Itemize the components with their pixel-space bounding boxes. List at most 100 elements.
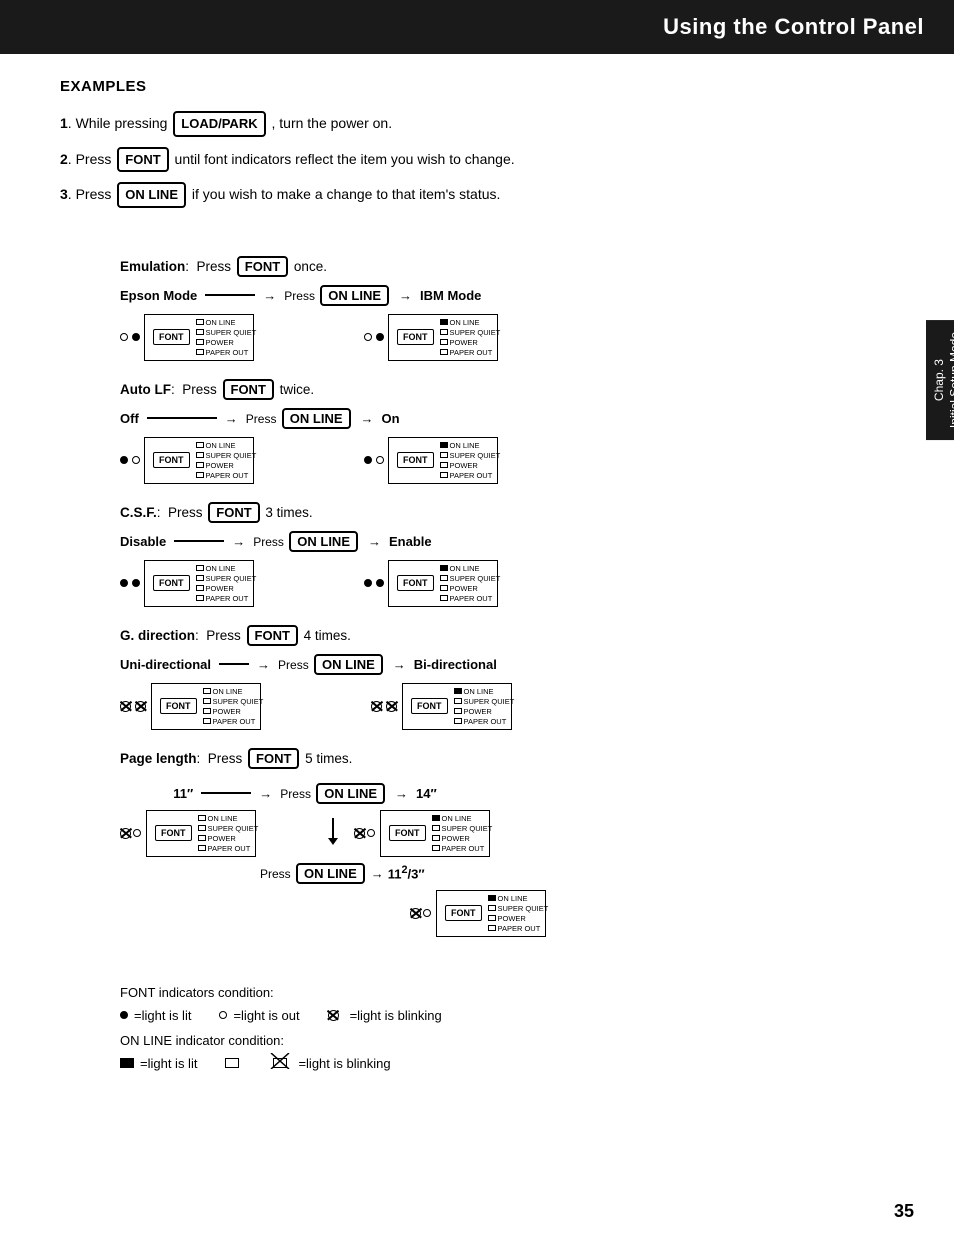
gdirection-label: G. direction: Press FONT 4 times.	[120, 625, 884, 646]
online-csf-en	[440, 565, 448, 571]
epson-ind-online: ON LINE	[196, 318, 257, 327]
pw-pagelen-third	[488, 915, 496, 921]
ibm-panel: FONT ON LINE SUPER QUIET POWER	[388, 314, 498, 361]
sq-ind-epson	[196, 329, 204, 335]
pagelen-11-label: 11″	[173, 786, 193, 801]
po-pagelen-11	[198, 845, 206, 851]
pagelength-label: Page length: Press FONT 5 times.	[120, 748, 884, 769]
down-arrow-head	[328, 838, 338, 845]
step1-num: 1. While pressing	[60, 115, 171, 131]
online-key-gdir: ON LINE	[314, 654, 383, 675]
font-key-pagelen: FONT	[248, 748, 299, 769]
step-2: 2. Press FONT until font indicators refl…	[60, 147, 884, 173]
pw-pagelen-14	[432, 835, 440, 841]
arrow-right-gdir2: →	[393, 657, 406, 672]
font-key-autolf: FONT	[223, 379, 274, 400]
arrow-right-1: →	[263, 288, 276, 303]
csf-en-panel: FONT ON LINE SUPER QUIET POWER PAPER OUT	[388, 560, 498, 607]
legend-dot-filled: =light is lit	[120, 1008, 191, 1023]
pagelength-top-row: 11″ → Press ON LINE → 14″ FONT	[120, 777, 884, 857]
po-pagelen-third	[488, 925, 496, 931]
sq-gdir-uni	[203, 698, 211, 704]
pagelen-11-dot1	[120, 828, 131, 839]
pagelen-third-dot2	[423, 909, 431, 917]
arrow-right-autolf: →	[225, 411, 238, 426]
autolf-on-indicators: ON LINE SUPER QUIET POWER PAPER OUT	[440, 441, 501, 480]
online-key-emulation: ON LINE	[320, 285, 389, 306]
legend-sq-filled-label: =light is lit	[140, 1056, 197, 1071]
side-tab-chap: Chap. 3	[932, 359, 946, 401]
font-legend-row: =light is lit =light is out =light is bl…	[120, 1008, 884, 1023]
autolf-to: On	[382, 411, 400, 426]
emulation-panels: FONT ON LINE SUPER QUIET POWER	[120, 314, 884, 361]
gdir-bi-dot1	[371, 701, 382, 712]
font-key-gdir: FONT	[247, 625, 298, 646]
pagelen-third-label: 112/3″	[388, 864, 425, 881]
step3-after: if you wish to make a change to that ite…	[192, 186, 501, 202]
csf-press: Press ON LINE	[253, 531, 360, 552]
pw-pagelen-11	[198, 835, 206, 841]
online-key-pagelen-third: ON LINE	[296, 863, 365, 884]
pagelen-third-panel-row: FONT ON LINE SUPER QUIET POWER PAPER OUT	[410, 890, 884, 937]
epson-indicators: ON LINE SUPER QUIET POWER PAPER OUT	[196, 318, 257, 357]
arrow-pagelen3: →	[371, 866, 384, 881]
arrow-pagelen: →	[259, 786, 272, 801]
autolf-off-dot1	[120, 456, 128, 464]
gdir-uni-dot1	[120, 701, 131, 712]
pw-gdir-bi	[454, 708, 462, 714]
pagelen-14-indicators: ON LINE SUPER QUIET POWER PAPER OUT	[432, 814, 493, 853]
pagelen-11-col: 11″ → Press ON LINE → 14″ FONT	[120, 777, 490, 857]
pagelen-11-panel-row: FONT ON LINE SUPER QUIET POWER PAPER OUT	[120, 810, 256, 857]
section-emulation: Emulation: Press FONT once. Epson Mode →…	[120, 256, 884, 361]
legend-section: FONT indicators condition: =light is lit…	[120, 985, 884, 1071]
ibm-indicators: ON LINE SUPER QUIET POWER PAPER OUT	[440, 318, 501, 357]
pagelen-14-dot2	[367, 829, 375, 837]
legend-sq-blink-icon	[273, 1056, 287, 1071]
sq-autolf-off	[196, 452, 204, 458]
font-label-autolf-on: FONT	[397, 452, 434, 468]
sq-pagelen-third	[488, 905, 496, 911]
arrow-right-autolf2: →	[361, 411, 374, 426]
online-key-autolf: ON LINE	[282, 408, 351, 429]
step2-after: until font indicators reflect the item y…	[175, 151, 515, 167]
side-tab-label: Initial Setup Mode	[948, 332, 954, 428]
legend-sq-empty	[225, 1058, 245, 1068]
pw-ind-epson	[196, 339, 204, 345]
pagelen-third-indicators: ON LINE SUPER QUIET POWER PAPER OUT	[488, 894, 549, 933]
sq-pagelen-14	[432, 825, 440, 831]
po-ind-ibm	[440, 349, 448, 355]
pagelen-11-panel: FONT ON LINE SUPER QUIET POWER PAPER OUT	[146, 810, 256, 857]
font-label-gdir-bi: FONT	[411, 698, 448, 714]
csf-dis-dot1	[120, 579, 128, 587]
online-key-step3: ON LINE	[117, 182, 186, 208]
font-legend-title: FONT indicators condition:	[120, 985, 884, 1000]
po-gdir-uni	[203, 718, 211, 724]
online-autolf-on	[440, 442, 448, 448]
gdir-bi-indicators: ON LINE SUPER QUIET POWER PAPER OUT	[454, 687, 515, 726]
pw-autolf-off	[196, 462, 204, 468]
csf-flow: Disable → Press ON LINE → Enable	[120, 531, 884, 552]
sq-ind-ibm	[440, 329, 448, 335]
pagelen-third-dot1	[410, 908, 421, 919]
gdir-to: Bi-directional	[414, 657, 497, 672]
autolf-off-panel: FONT ON LINE SUPER QUIET POWER PAPER OUT	[144, 437, 254, 484]
pw-gdir-uni	[203, 708, 211, 714]
po-csf-dis	[196, 595, 204, 601]
pagelen-down-section	[318, 822, 338, 845]
font-key-csf: FONT	[208, 502, 259, 523]
online-gdir-uni	[203, 688, 211, 694]
ibm-dot2	[376, 333, 384, 341]
ibm-ind-paperout: PAPER OUT	[440, 348, 501, 357]
pagelen-third-panel: FONT ON LINE SUPER QUIET POWER PAPER OUT	[436, 890, 546, 937]
autolf-from: Off	[120, 411, 139, 426]
epson-ind-power: POWER	[196, 338, 257, 347]
online-csf-dis	[196, 565, 204, 571]
legend-empty-label: =light is out	[233, 1008, 299, 1023]
gdir-press: Press ON LINE	[278, 654, 385, 675]
ibm-ind-online: ON LINE	[440, 318, 501, 327]
pagelen-14-panel-row: FONT ON LINE SUPER QUIET POWER PAPER OUT	[354, 810, 490, 857]
csf-dis-indicators: ON LINE SUPER QUIET POWER PAPER OUT	[196, 564, 257, 603]
emulation-from: Epson Mode	[120, 288, 197, 303]
side-tab: Chap. 3 Initial Setup Mode	[926, 320, 954, 440]
legend-dot-empty: =light is out	[219, 1008, 299, 1023]
